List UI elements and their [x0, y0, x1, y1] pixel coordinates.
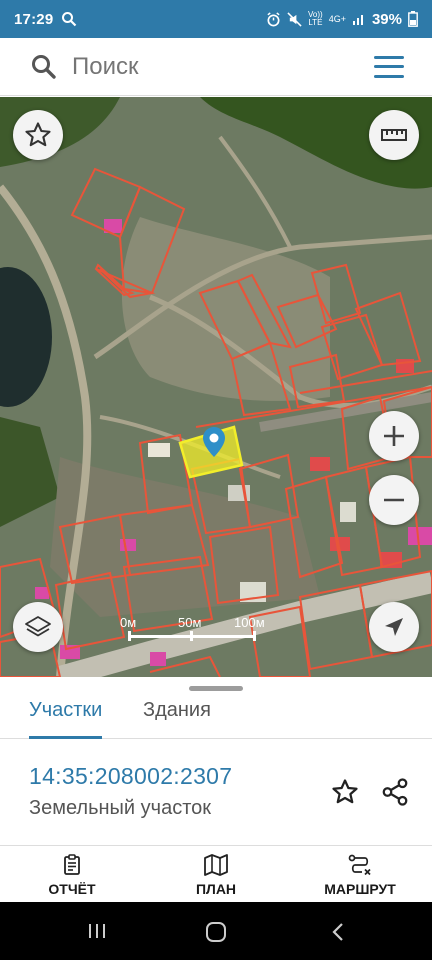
zoom-out-button[interactable]: [369, 475, 419, 525]
parcel-type: Земельный участок: [29, 797, 212, 819]
scale-label-100: 100м: [234, 615, 265, 630]
route-icon: [348, 854, 371, 875]
scale-label-50: 50м: [178, 615, 202, 630]
search-input[interactable]: [72, 52, 352, 81]
tab-buildings[interactable]: Здания: [143, 699, 211, 739]
recent-apps-icon[interactable]: [86, 922, 108, 940]
status-bar: 17:29 Vo)) LTE 4G+ 39%: [0, 0, 432, 38]
back-icon[interactable]: [330, 922, 346, 942]
ruler-icon: [381, 129, 407, 141]
signal-icon: [352, 15, 363, 25]
satellite-imagery: [0, 97, 432, 677]
nav-report[interactable]: ОТЧЁТ: [32, 846, 112, 903]
favorites-button[interactable]: [13, 110, 63, 160]
plus-icon: [384, 426, 404, 446]
nav-plan[interactable]: ПЛАН: [176, 846, 256, 903]
scale-label-0: 0м: [120, 615, 137, 630]
network-volte: Vo)) LTE: [308, 10, 323, 27]
menu-icon: [374, 55, 404, 59]
nav-plan-label: ПЛАН: [195, 880, 237, 897]
map-icon: [204, 853, 228, 876]
battery-percent: 39%: [371, 10, 402, 28]
tab-parcels[interactable]: Участки: [29, 699, 103, 739]
ruler-button[interactable]: [369, 110, 419, 160]
star-icon[interactable]: [330, 777, 360, 807]
sheet-drag-handle[interactable]: [189, 686, 243, 691]
sheet-tabs: Участки Здания: [0, 695, 432, 739]
nav-route[interactable]: МАРШРУТ: [312, 846, 408, 903]
star-icon: [25, 122, 51, 147]
zoom-in-button[interactable]: [369, 411, 419, 461]
nav-report-label: ОТЧЁТ: [48, 880, 96, 897]
location-pin-icon[interactable]: [203, 427, 225, 457]
network-4g: 4G+: [328, 14, 346, 24]
map-view[interactable]: 0м 50м 100м: [0, 97, 432, 677]
search-icon[interactable]: [30, 53, 58, 81]
map-scale: 0м 50м 100м: [120, 615, 280, 645]
cadastral-number[interactable]: 14:35:208002:2307: [29, 763, 232, 790]
home-icon[interactable]: [205, 921, 227, 943]
parcel-info-sheet: Участки Здания 14:35:208002:2307 Земельн…: [0, 677, 432, 845]
system-nav-bar: [0, 902, 432, 960]
menu-button[interactable]: [374, 55, 404, 78]
layers-button[interactable]: [13, 602, 63, 652]
nav-route-label: МАРШРУТ: [324, 880, 396, 897]
status-time: 17:29: [14, 10, 54, 28]
layers-icon: [25, 616, 51, 637]
search-icon: [62, 12, 77, 27]
mute-icon: [287, 11, 302, 27]
minus-icon: [384, 498, 404, 502]
alarm-icon: [267, 11, 280, 26]
share-icon[interactable]: [380, 777, 410, 807]
bottom-nav: ОТЧЁТ ПЛАН МАРШРУТ: [0, 845, 432, 902]
search-bar: [0, 38, 432, 96]
navigation-arrow-icon: [385, 618, 403, 636]
clipboard-icon: [64, 853, 80, 875]
my-location-button[interactable]: [369, 602, 419, 652]
battery-icon: [408, 11, 418, 27]
